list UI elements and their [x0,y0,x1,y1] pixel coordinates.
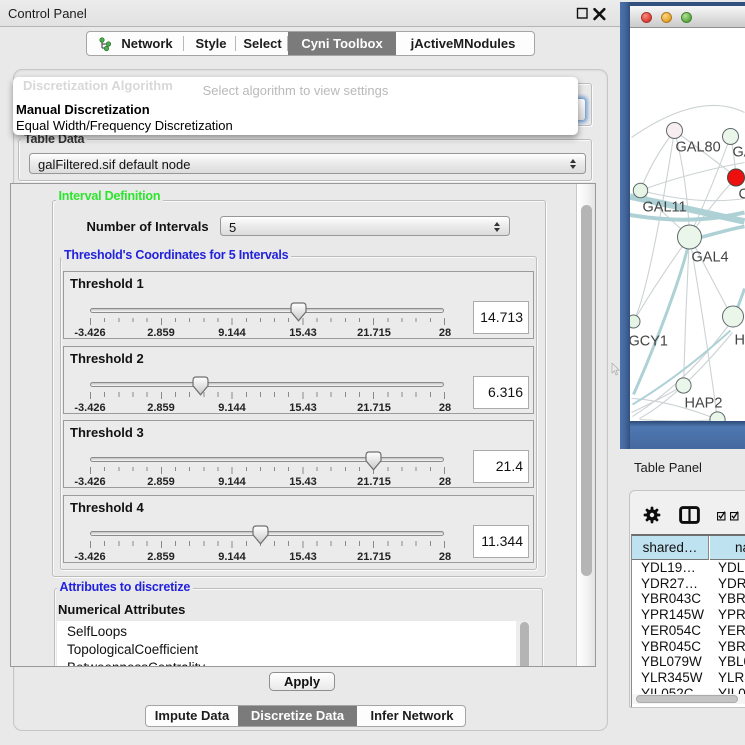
svg-text:GA: GA [733,145,745,161]
svg-text:GCY1: GCY1 [630,334,668,350]
svg-text:C: C [739,187,745,203]
svg-text:GAL11: GAL11 [643,200,687,216]
svg-text:HAP2: HAP2 [685,396,723,412]
svg-text:GAL80: GAL80 [676,140,721,156]
svg-text:H: H [735,333,745,349]
svg-text:GAL4: GAL4 [692,250,729,266]
